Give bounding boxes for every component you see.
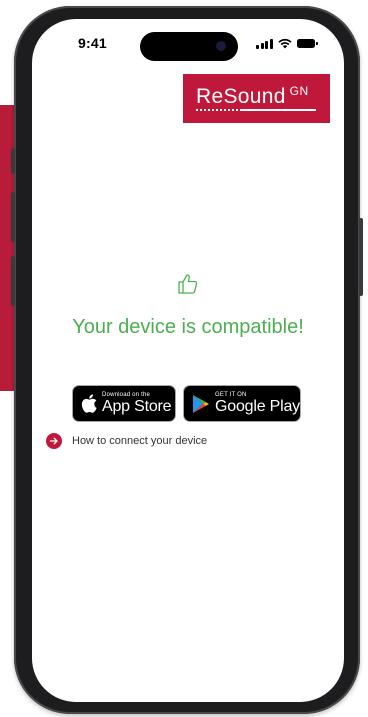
wifi-icon (277, 38, 292, 49)
cellular-signal-icon (256, 38, 273, 49)
google-play-big-text: Google Play (215, 398, 300, 415)
battery-icon (296, 39, 318, 48)
power-button (359, 218, 363, 296)
camera-icon (216, 41, 226, 51)
how-to-connect-label: How to connect your device (72, 435, 208, 447)
status-time: 9:41 (78, 35, 107, 51)
arrow-right-icon (46, 433, 62, 449)
google-play-icon (193, 394, 209, 413)
app-store-button[interactable]: Download on the App Store (73, 386, 175, 421)
status-icons (256, 38, 318, 49)
logo-sup-text: GN (289, 84, 309, 98)
resound-logo: ReSound GN (183, 74, 330, 123)
google-play-button[interactable]: GET IT ON Google Play (184, 386, 300, 421)
phone-screen: 9:41 ReSound GN Your device is compatible… (32, 19, 344, 702)
logo-main-text: ReSound (196, 85, 286, 108)
how-to-connect-link[interactable]: How to connect your device (46, 433, 207, 449)
thumbs-up-icon (178, 274, 198, 294)
action-button (11, 148, 15, 174)
apple-icon (81, 394, 97, 413)
logo-underline (196, 109, 316, 111)
compatibility-message: Your device is compatible! (72, 316, 304, 338)
volume-up-button (11, 192, 15, 242)
app-store-big-text: App Store (102, 398, 172, 415)
volume-down-button (11, 256, 15, 306)
dynamic-island (140, 32, 238, 61)
